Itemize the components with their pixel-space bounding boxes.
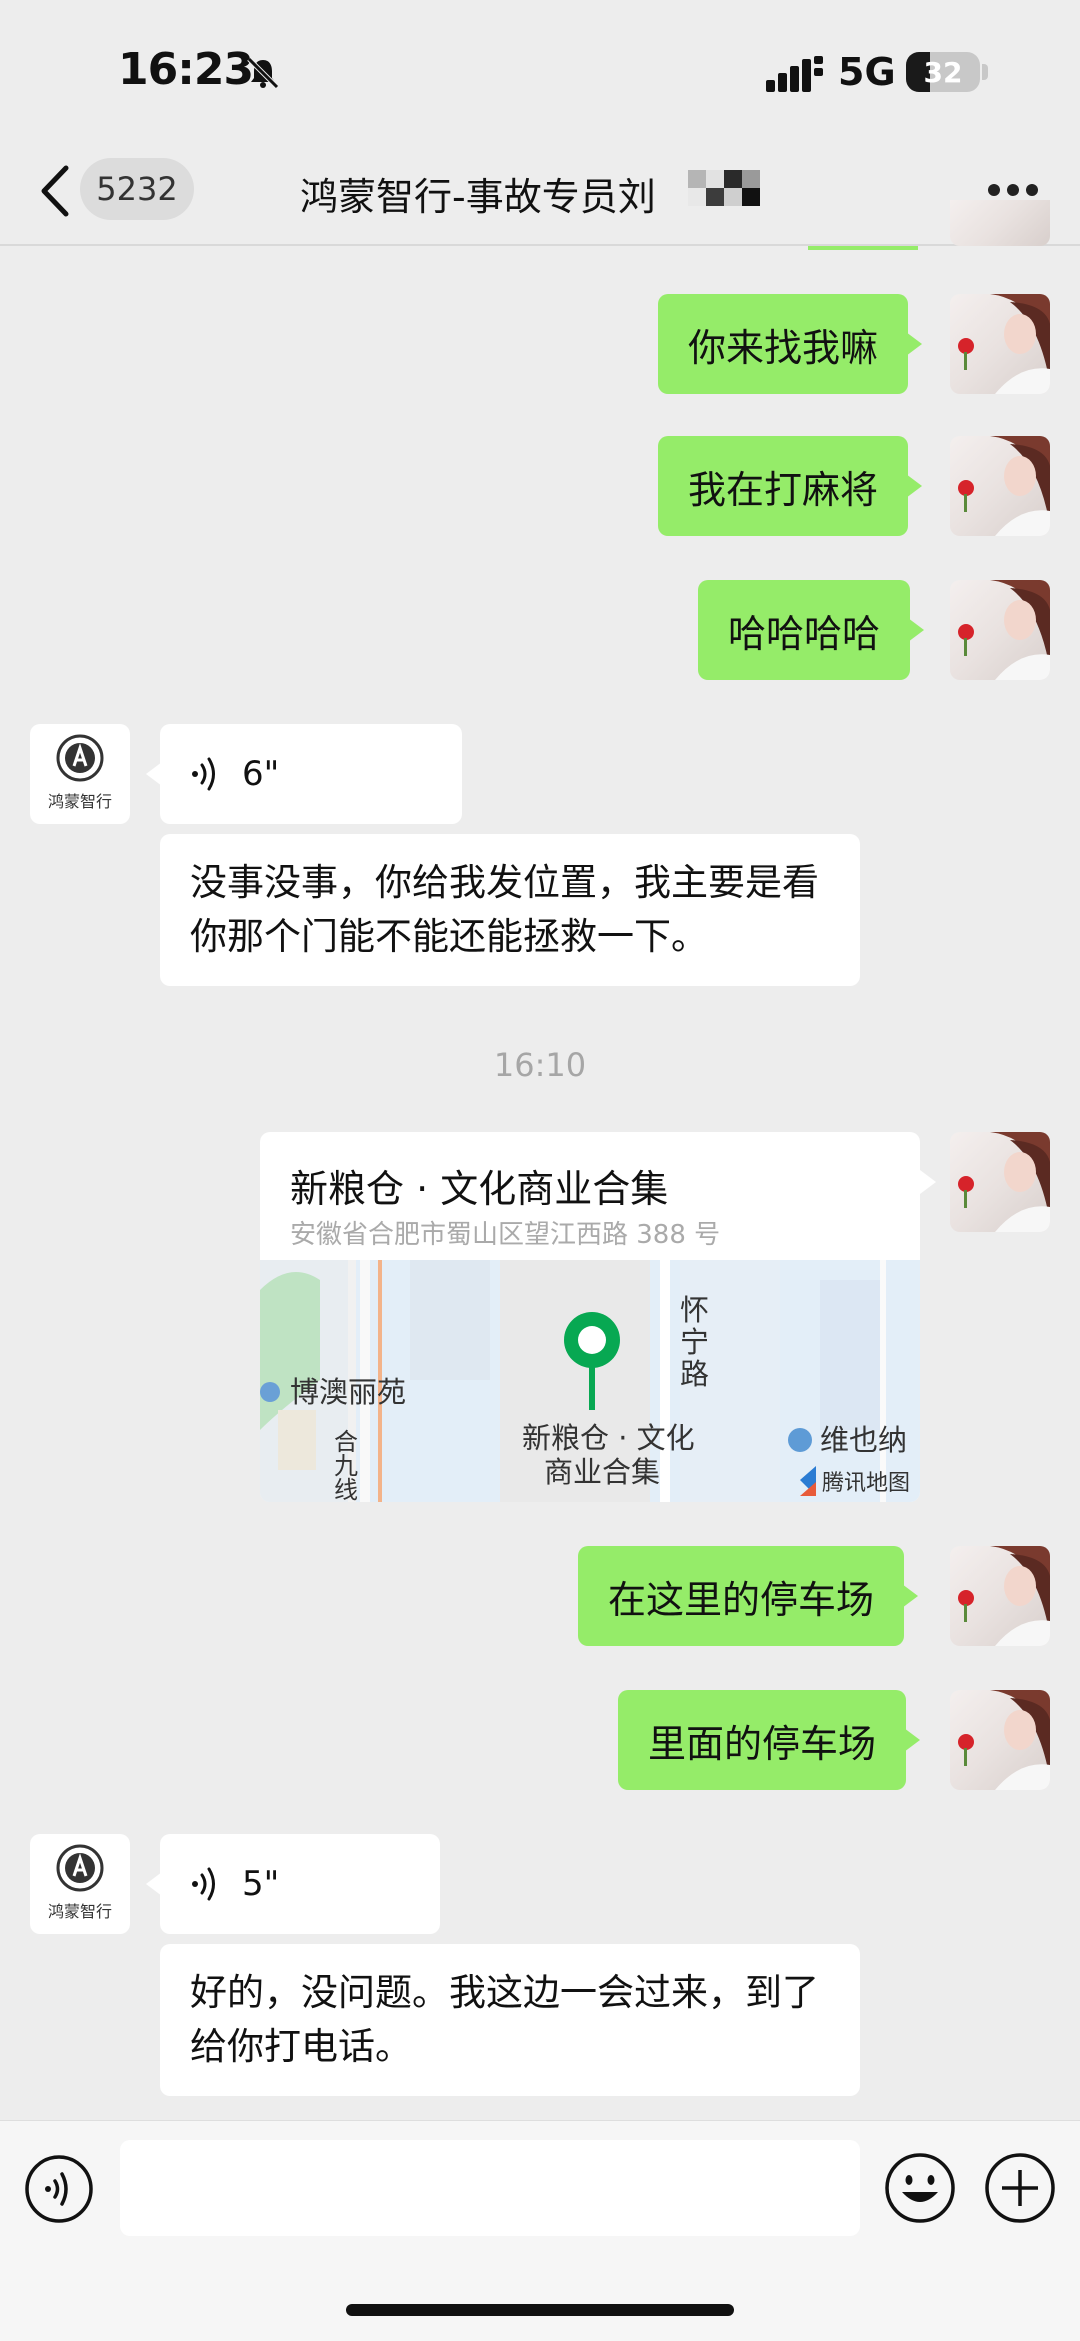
voice-wave-icon	[192, 1867, 215, 1901]
location-title: 新粮仓 · 文化商业合集	[290, 1167, 669, 1211]
voice-duration: 6"	[242, 754, 280, 794]
message-text: 里面的停车场	[648, 1721, 877, 1766]
avatar-photo	[958, 580, 1050, 680]
location-map: 博澳丽苑 怀 宁 路 合 九 线 新粮仓 · 文化 商业合集 维也纳 腾讯地图	[260, 1260, 920, 1502]
avatar-me[interactable]	[950, 436, 1050, 536]
avatar-photo	[958, 1546, 1050, 1646]
map-label: 维也纳	[820, 1423, 907, 1457]
map-label: 宁	[680, 1325, 709, 1359]
voice-message-bubble[interactable]: 5"	[146, 1834, 440, 1934]
avatar-photo	[958, 436, 1050, 536]
contact-logo-text: 鸿蒙智行	[47, 1902, 112, 1921]
time-separator: 16:10	[493, 1046, 587, 1084]
avatar-me[interactable]	[950, 1690, 1050, 1790]
plus-icon[interactable]	[984, 2152, 1056, 2224]
message-bubble-sent[interactable]: 你来找我嘛	[658, 294, 923, 394]
avatar-photo	[958, 1132, 1050, 1232]
avatar-contact[interactable]: 鸿蒙智行	[30, 724, 130, 824]
chevron-left-icon[interactable]	[38, 164, 72, 218]
message-bubble-sent[interactable]: 在这里的停车场	[578, 1546, 919, 1646]
battery-indicator: 32	[906, 52, 980, 92]
location-card-tail	[920, 1170, 936, 1194]
contact-logo-text: 鸿蒙智行	[47, 792, 112, 811]
map-label: 商业合集	[544, 1455, 660, 1489]
map-label: 线	[334, 1476, 358, 1502]
avatar-me[interactable]	[950, 580, 1050, 680]
map-label: 腾讯地图	[822, 1471, 910, 1496]
avatar-photo	[958, 1690, 1050, 1790]
map-label: 新粮仓 · 文化	[522, 1421, 695, 1455]
network-type: 5G	[838, 50, 896, 94]
message-text: 你来找我嘛	[688, 325, 879, 370]
message-bubble-sent[interactable]: 哈哈哈哈	[698, 580, 925, 680]
message-text: 在这里的停车场	[608, 1577, 875, 1622]
battery-percent: 32	[923, 56, 963, 89]
location-card[interactable]: 新粮仓 · 文化商业合集 安徽省合肥市蜀山区望江西路 388 号 博澳丽苑 怀 …	[260, 1132, 920, 1502]
message-text: 哈哈哈哈	[728, 611, 881, 656]
avatar-me	[950, 200, 1050, 246]
voice-message-bubble[interactable]: 6"	[146, 724, 462, 824]
nav-divider	[0, 244, 1080, 246]
voice-duration: 5"	[242, 1864, 280, 1904]
avatar-photo	[958, 294, 1050, 394]
name-mosaic	[688, 170, 762, 210]
home-indicator[interactable]	[346, 2304, 734, 2316]
signal-icon	[766, 56, 823, 92]
status-time: 16:23	[118, 44, 254, 95]
avatar-me[interactable]	[950, 1132, 1050, 1232]
message-text: 我在打麻将	[688, 467, 879, 512]
message-bubble-sent[interactable]: 里面的停车场	[618, 1690, 921, 1790]
avatar-me[interactable]	[950, 294, 1050, 394]
message-input[interactable]	[120, 2140, 860, 2236]
map-label: 路	[680, 1357, 709, 1391]
map-label: 博澳丽苑	[290, 1375, 406, 1409]
partial-bubble	[808, 246, 918, 250]
message-bubble-received[interactable]: 没事没事，你给我发位置，我主要是看你那个门能不能还能拯救一下。	[160, 834, 860, 986]
location-address: 安徽省合肥市蜀山区望江西路 388 号	[290, 1220, 721, 1250]
message-text: 没事没事，你给我发位置，我主要是看你那个门能不能还能拯救一下。	[190, 861, 819, 958]
avatar-me[interactable]	[950, 1546, 1050, 1646]
voice-input-icon[interactable]	[24, 2154, 94, 2224]
unread-count-badge[interactable]: 5232	[80, 158, 194, 220]
battery-tip	[982, 64, 988, 80]
emoji-icon[interactable]	[884, 2152, 956, 2224]
avatar-contact[interactable]: 鸿蒙智行	[30, 1834, 130, 1934]
bell-mute-icon	[247, 57, 279, 89]
message-bubble-sent[interactable]: 我在打麻将	[658, 436, 923, 536]
message-bubble-received[interactable]: 好的，没问题。我这边一会过来，到了给你打电话。	[160, 1944, 860, 2096]
message-text: 好的，没问题。我这边一会过来，到了给你打电话。	[190, 1971, 819, 2068]
map-label: 怀	[680, 1293, 709, 1327]
more-icon[interactable]	[988, 184, 1038, 198]
chat-title: 鸿蒙智行-事故专员刘	[300, 175, 656, 219]
voice-wave-icon	[192, 757, 215, 791]
